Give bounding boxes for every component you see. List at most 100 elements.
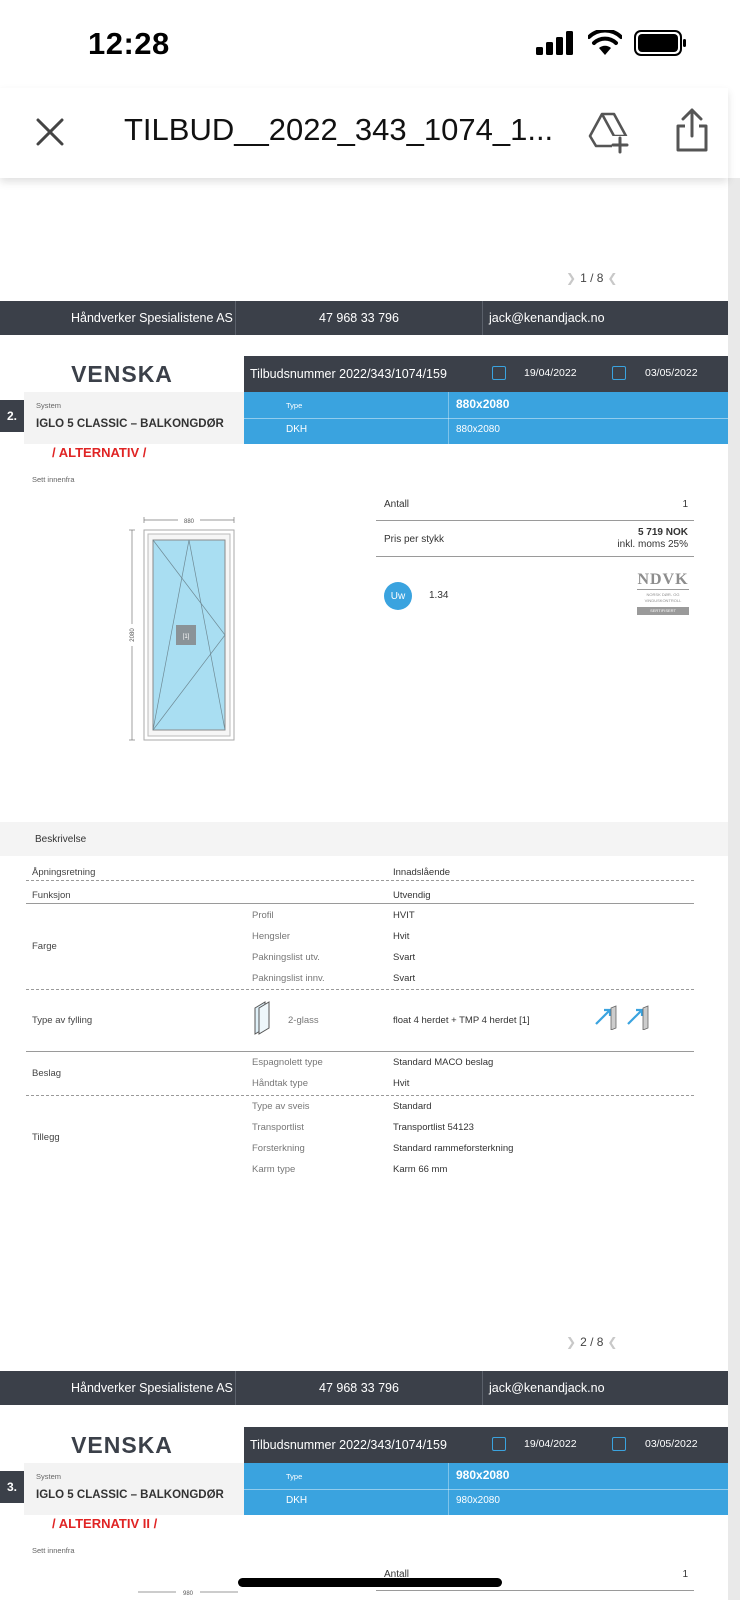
offer-header: Tilbudsnummer 2022/343/1074/159 19/04/20… [244,1427,728,1463]
dkh-value: 980x2080 [456,1495,500,1506]
status-bar: 12:28 [0,0,740,88]
description-header: Beskrivelse [0,822,728,856]
item-number: 3. [0,1471,24,1503]
opening-label: Åpningsretning [32,867,96,878]
type-label: Type [286,401,303,410]
footer-phone: 47 968 33 796 [236,1371,483,1405]
uw-value: 1.34 [429,590,449,601]
type-label: Type [286,1472,303,1481]
page-number: ❯ 2 / 8 ❮ [566,1335,618,1349]
close-button[interactable] [30,112,70,152]
filling-sub: 2-glass [288,1015,319,1026]
tempered-glass-icon-outer [595,1005,617,1030]
ndvk-name: NDVK [637,571,689,590]
uw-badge: Uw [384,582,412,610]
extra-label: Tillegg [32,1132,60,1143]
tempered-glass-icon-inner [627,1005,649,1030]
footer-company: Håndverker Spesialistene AS [0,301,236,335]
date-valid: 03/05/2022 [645,1438,698,1450]
gasket-out-label: Pakningslist utv. [252,952,320,963]
item-header-row: 3. System IGLO 5 CLASSIC – BALKONGDØR Ty… [0,1463,728,1515]
system-label: System [36,1472,62,1481]
calendar-valid-icon [612,1437,626,1451]
share-button[interactable] [672,106,712,156]
drive-add-icon [588,112,629,154]
ndvk-line3: SERTIFISERT [637,607,689,615]
scrollbar[interactable] [728,178,740,1600]
gasket-out-value: Svart [393,952,416,963]
price-vat: inkl. moms 25% [617,539,688,550]
footer-phone: 47 968 33 796 [236,301,483,335]
calendar-valid-icon [612,366,626,380]
color-label: Farge [32,941,57,952]
document-title: TILBUD__2022_343_1074_1... [124,112,554,147]
page-header: VENSKA Tilbudsnummer 2022/343/1074/159 1… [0,1427,728,1463]
alternative-label: / ALTERNATIV II / [52,1516,158,1531]
espag-label: Espagnolett type [252,1057,323,1068]
status-icons [536,30,688,56]
description-label: Beskrivelse [35,834,87,845]
footer-company: Håndverker Spesialistene AS [0,1371,236,1405]
dkh-label: DKH [286,424,308,435]
transport-value: Transportlist 54123 [393,1122,474,1133]
view-label: Sett innenfra [32,475,75,484]
price-value: 5 719 NOK [637,527,688,538]
add-to-drive-button[interactable] [586,110,630,154]
page-footer: Håndverker Spesialistene AS 47 968 33 79… [0,301,728,335]
weld-label: Type av sveis [252,1101,310,1112]
close-icon [36,118,64,146]
gasket-in-value: Svart [393,973,416,984]
frame-type-label: Karm type [252,1164,296,1175]
home-indicator[interactable] [238,1578,502,1587]
system-name: IGLO 5 CLASSIC – BALKONGDØR [36,418,224,430]
price-row: Pris per stykk 5 719 NOK inkl. moms 25% [376,521,694,557]
opening-value: Innadslående [393,867,451,878]
filling-label: Type av fylling [32,1015,93,1026]
profile-label: Profil [252,910,274,921]
document-top-bar: TILBUD__2022_343_1074_1... [0,88,728,178]
item-header-row: 2. System IGLO 5 CLASSIC – BALKONGDØR Ty… [0,392,728,444]
drawing-height-label: 2080 [130,628,136,642]
quantity-label: Antall [384,499,410,510]
battery-icon [634,30,686,56]
hardware-label: Beslag [32,1068,62,1079]
share-icon [676,108,708,152]
calendar-edit-icon [492,1437,506,1451]
date-created: 19/04/2022 [524,367,577,379]
system-name: IGLO 5 CLASSIC – BALKONGDØR [36,1489,224,1501]
system-label: System [36,401,62,410]
date-valid: 03/05/2022 [645,367,698,379]
offer-number: Tilbudsnummer 2022/343/1074/159 [250,367,447,381]
weld-value: Standard [393,1101,432,1112]
system-cell: System IGLO 5 CLASSIC – BALKONGDØR [24,1463,244,1515]
alternative-label: / ALTERNATIV / [52,445,147,460]
double-glass-icon [254,1001,270,1035]
page-footer: Håndverker Spesialistene AS 47 968 33 79… [0,1371,728,1405]
drawing-width-label: 880 [184,519,195,525]
dkh-label: DKH [286,1495,308,1506]
date-created: 19/04/2022 [524,1438,577,1450]
profile-value: HVIT [393,910,415,921]
handle-label: Håndtak type [252,1078,308,1089]
espag-value: Standard MACO beslag [393,1057,494,1068]
offer-number: Tilbudsnummer 2022/343/1074/159 [250,1438,447,1452]
footer-email: jack@kenandjack.no [489,1381,605,1395]
ndvk-line2: VINDUSKONTROLL [644,598,682,603]
function-label: Funksjon [32,890,71,901]
type-cell: Type 980x2080 DKH 980x2080 [244,1463,728,1515]
price-label: Pris per stykk [384,534,445,545]
status-time: 12:28 [88,26,170,61]
drawing-width-label: 980 [183,1591,194,1597]
filling-value: float 4 herdet + TMP 4 herdet [1] [393,1015,530,1026]
type-value: 980x2080 [456,1468,510,1482]
calendar-edit-icon [492,366,506,380]
venska-logo: VENSKA [0,1427,244,1463]
footer-email: jack@kenandjack.no [489,311,605,325]
door-drawing-width-dimension: 980 [138,1587,238,1597]
quantity-row: Antall 1 [376,488,694,521]
gasket-in-label: Pakningslist innv. [252,973,325,984]
page-header: VENSKA Tilbudsnummer 2022/343/1074/159 1… [0,356,728,392]
wifi-icon [588,30,622,55]
view-label: Sett innenfra [32,1546,75,1555]
document-viewer[interactable]: ❯ 1 / 8 ❮ Håndverker Spesialistene AS 47 9… [0,178,728,1600]
